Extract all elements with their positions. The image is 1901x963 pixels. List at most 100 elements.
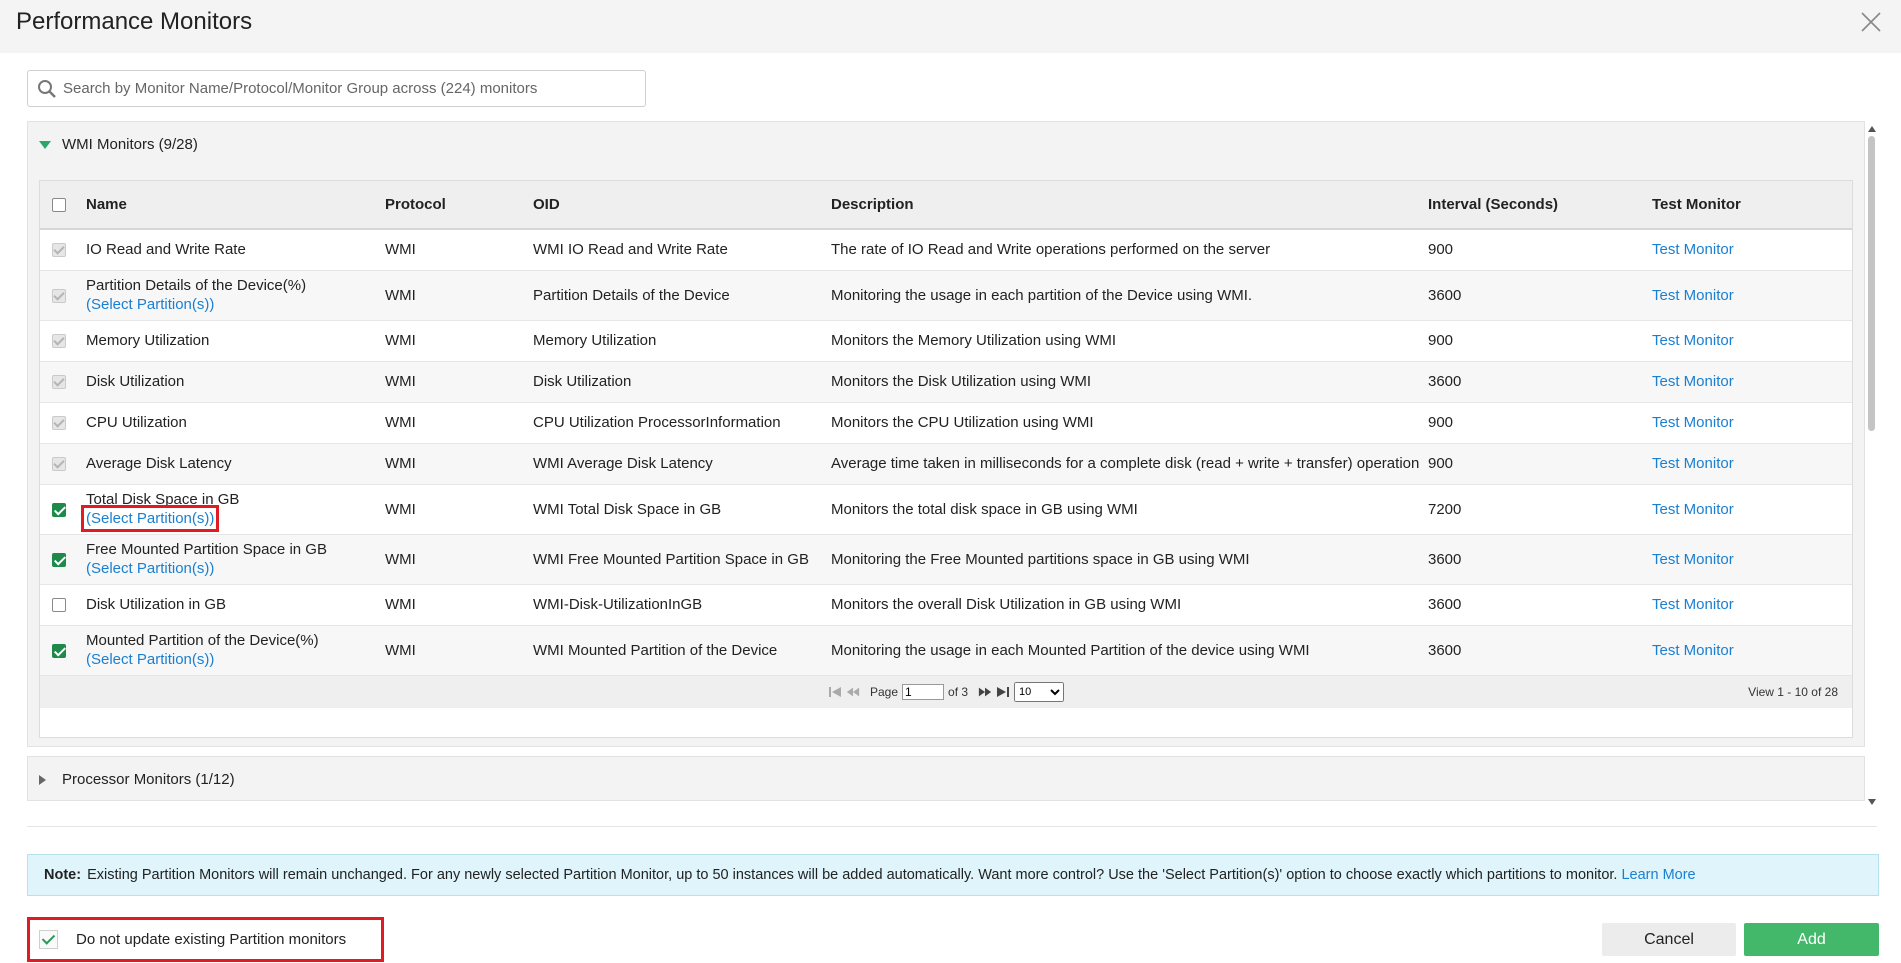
column-header-oid[interactable]: OID bbox=[533, 181, 831, 230]
search-box[interactable] bbox=[27, 70, 646, 107]
scroll-up-icon[interactable] bbox=[1867, 121, 1877, 132]
row-checkbox bbox=[52, 416, 66, 431]
monitor-description: Monitors the CPU Utilization using WMI bbox=[831, 402, 1428, 444]
column-header-test-monitor[interactable]: Test Monitor bbox=[1652, 181, 1852, 230]
note-text: Existing Partition Monitors will remain … bbox=[87, 867, 1618, 883]
group-processor-monitors: Processor Monitors (1/12) bbox=[27, 756, 1865, 801]
monitor-protocol: WMI bbox=[385, 361, 533, 403]
monitor-protocol: WMI bbox=[385, 484, 533, 535]
monitors-table: Name Protocol OID Description Interval (… bbox=[39, 180, 1853, 738]
monitor-interval: 3600 bbox=[1428, 534, 1652, 585]
monitor-oid: WMI Free Mounted Partition Space in GB bbox=[533, 534, 831, 585]
scrollbar-thumb[interactable] bbox=[1868, 136, 1875, 431]
select-partitions-link[interactable]: (Select Partition(s)) bbox=[86, 651, 214, 668]
table-row: Average Disk Latency WMI WMI Average Disk … bbox=[40, 443, 1852, 485]
test-monitor-link[interactable]: Test Monitor bbox=[1652, 332, 1734, 349]
column-header-protocol[interactable]: Protocol bbox=[385, 181, 533, 230]
test-monitor-link[interactable]: Test Monitor bbox=[1652, 551, 1734, 568]
monitor-name: Average Disk Latency bbox=[86, 455, 232, 472]
test-monitor-link[interactable]: Test Monitor bbox=[1652, 596, 1734, 613]
first-page-icon[interactable] bbox=[828, 685, 842, 699]
monitor-interval: 7200 bbox=[1428, 484, 1652, 535]
group-processor-header[interactable]: Processor Monitors (1/12) bbox=[28, 757, 1864, 802]
test-monitor-link[interactable]: Test Monitor bbox=[1652, 414, 1734, 431]
monitor-description: Average time taken in milliseconds for a… bbox=[831, 443, 1428, 485]
test-monitor-link[interactable]: Test Monitor bbox=[1652, 501, 1734, 518]
monitor-name: CPU Utilization bbox=[86, 414, 187, 431]
column-header-interval[interactable]: Interval (Seconds) bbox=[1428, 181, 1652, 230]
close-icon[interactable] bbox=[1859, 10, 1883, 34]
monitor-oid: Disk Utilization bbox=[533, 361, 831, 403]
dialog-header: Performance Monitors bbox=[0, 0, 1901, 53]
monitor-protocol: WMI bbox=[385, 320, 533, 362]
note-banner: Note: Existing Partition Monitors will r… bbox=[27, 854, 1879, 896]
monitor-interval: 900 bbox=[1428, 443, 1652, 485]
next-page-icon[interactable] bbox=[978, 685, 992, 699]
monitor-name: Total Disk Space in GB bbox=[86, 491, 240, 508]
row-checkbox bbox=[52, 457, 66, 472]
last-page-icon[interactable] bbox=[996, 685, 1010, 699]
column-header-description[interactable]: Description bbox=[831, 181, 1428, 230]
caret-down-icon bbox=[39, 140, 53, 149]
row-checkbox bbox=[52, 375, 66, 390]
monitor-oid: Partition Details of the Device bbox=[533, 270, 831, 321]
table-header-row: Name Protocol OID Description Interval (… bbox=[40, 181, 1852, 230]
monitor-oid: WMI-Disk-UtilizationInGB bbox=[533, 584, 831, 626]
do-not-update-option[interactable]: Do not update existing Partition monitor… bbox=[27, 917, 384, 962]
dialog-title: Performance Monitors bbox=[16, 8, 253, 35]
monitor-name: Memory Utilization bbox=[86, 332, 210, 349]
test-monitor-link[interactable]: Test Monitor bbox=[1652, 642, 1734, 659]
select-partitions-link[interactable]: (Select Partition(s)) bbox=[80, 505, 220, 532]
scroll-down-icon[interactable] bbox=[1867, 794, 1877, 805]
note-label: Note: bbox=[44, 867, 82, 883]
page-count-label: of 3 bbox=[948, 684, 969, 699]
monitor-oid: Memory Utilization bbox=[533, 320, 831, 362]
page-label: Page bbox=[870, 684, 899, 699]
monitor-interval: 900 bbox=[1428, 402, 1652, 444]
monitor-description: Monitoring the usage in each partition o… bbox=[831, 270, 1428, 321]
monitor-name: Partition Details of the Device(%) bbox=[86, 277, 307, 294]
do-not-update-label: Do not update existing Partition monitor… bbox=[76, 931, 347, 948]
table-row: Partition Details of the Device(%) (Selec… bbox=[40, 270, 1852, 321]
select-partitions-link[interactable]: (Select Partition(s)) bbox=[86, 296, 214, 313]
monitor-interval: 900 bbox=[1428, 229, 1652, 271]
select-all-checkbox[interactable] bbox=[52, 198, 66, 213]
vertical-scrollbar[interactable] bbox=[1867, 121, 1877, 805]
table-row: IO Read and Write Rate WMI WMI IO Read and… bbox=[40, 229, 1852, 271]
monitor-name: Free Mounted Partition Space in GB bbox=[86, 541, 327, 558]
monitor-description: Monitoring the usage in each Mounted Par… bbox=[831, 625, 1428, 676]
row-checkbox[interactable] bbox=[52, 643, 66, 658]
select-partitions-link[interactable]: (Select Partition(s)) bbox=[86, 560, 214, 577]
monitor-interval: 3600 bbox=[1428, 625, 1652, 676]
test-monitor-link[interactable]: Test Monitor bbox=[1652, 287, 1734, 304]
search-icon bbox=[37, 79, 57, 99]
search-input[interactable] bbox=[63, 80, 623, 97]
cancel-button[interactable]: Cancel bbox=[1602, 923, 1736, 956]
monitor-protocol: WMI bbox=[385, 443, 533, 485]
group-wmi-label: WMI Monitors (9/28) bbox=[62, 136, 198, 153]
learn-more-link[interactable]: Learn More bbox=[1621, 867, 1695, 883]
monitor-groups-panel: WMI Monitors (9/28) Name Protocol OID De… bbox=[27, 121, 1865, 804]
previous-page-icon[interactable] bbox=[846, 685, 860, 699]
column-header-name[interactable]: Name bbox=[86, 181, 385, 230]
page-size-select[interactable]: 10 bbox=[1014, 681, 1065, 702]
group-wmi-header[interactable]: WMI Monitors (9/28) bbox=[28, 122, 1864, 167]
monitor-protocol: WMI bbox=[385, 229, 533, 271]
caret-right-icon bbox=[39, 774, 53, 785]
monitor-name: IO Read and Write Rate bbox=[86, 241, 246, 259]
pagination-bar: Page of 3 10 View 1 - 10 of 28 bbox=[40, 675, 1852, 708]
test-monitor-link[interactable]: Test Monitor bbox=[1652, 373, 1734, 390]
row-checkbox[interactable] bbox=[52, 502, 66, 517]
monitor-interval: 900 bbox=[1428, 320, 1652, 362]
do-not-update-checkbox[interactable] bbox=[39, 930, 58, 949]
test-monitor-link[interactable]: Test Monitor bbox=[1652, 241, 1734, 258]
page-number-input[interactable] bbox=[902, 683, 945, 700]
monitor-oid: WMI Average Disk Latency bbox=[533, 443, 831, 485]
add-button[interactable]: Add bbox=[1744, 923, 1879, 956]
monitor-protocol: WMI bbox=[385, 625, 533, 676]
test-monitor-link[interactable]: Test Monitor bbox=[1652, 455, 1734, 472]
table-row: Mounted Partition of the Device(%) (Selec… bbox=[40, 625, 1852, 676]
row-checkbox[interactable] bbox=[52, 552, 66, 567]
table-row: Disk Utilization in GB WMI WMI-Disk-Utiliz… bbox=[40, 584, 1852, 626]
row-checkbox[interactable] bbox=[52, 598, 66, 613]
